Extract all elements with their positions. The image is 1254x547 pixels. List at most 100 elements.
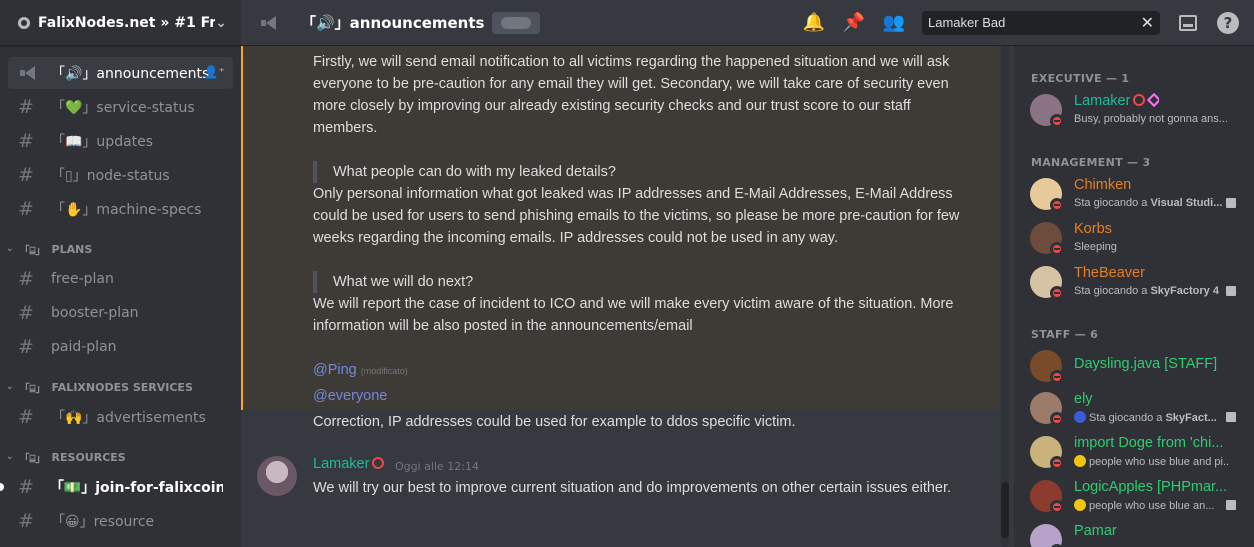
search-bar[interactable]: ✕ [922,10,1160,35]
channel-label: 「🔊」announcements [51,66,210,82]
member-logicapples[interactable]: LogicApples [PHPmar... people who use bl… [1030,476,1244,518]
member-name: ely [1074,391,1093,407]
channel-node-status[interactable]: # 「▯」node-status [8,159,233,191]
message-list: Firstly, we will send email notification… [241,46,1014,547]
member-lamaker[interactable]: Lamaker Busy, probably not gonna ans... [1030,90,1244,132]
member-name: Chimken [1074,177,1132,193]
members-icon[interactable]: 👥 [882,11,906,35]
bell-icon[interactable]: 🔔 [802,11,826,35]
category-icon: 「⌸」 [19,383,46,395]
member-activity: Sta giocando a SkyFactory 4 [1074,285,1219,297]
mention-everyone[interactable]: @everyone [313,385,387,407]
search-input[interactable] [928,15,1141,30]
channel-advertisements[interactable]: # 「🙌」advertisements [8,401,233,433]
scrollbar-track[interactable] [1001,46,1009,547]
rich-presence-icon [1226,198,1236,208]
member-chimken[interactable]: Chimken Sta giocando a Visual Studi... [1030,174,1244,216]
channel-announcements[interactable]: 「🔊」announcements 👤⁺ [8,57,233,89]
chevron-down-icon: ⌄ [6,452,14,462]
channel-service-status[interactable]: # 「💚」service-status [8,91,233,123]
channel-label: free-plan [51,271,114,287]
channel-label: 「💵」join-for-falixcoins [49,480,223,496]
message-paragraph: Only personal information what got leake… [313,186,960,246]
help-icon[interactable]: ? [1216,11,1240,35]
pin-icon[interactable]: 📌 [842,11,866,35]
member-pamar[interactable]: Pamar [1030,520,1244,547]
invite-icon[interactable]: 👤⁺ [204,65,225,79]
member-korbs[interactable]: Korbs Sleeping [1030,218,1244,260]
channel-free-plan[interactable]: # free-plan [8,263,233,295]
dnd-status-icon [1050,114,1064,128]
channel-updates[interactable]: # 「📖」updates [8,125,233,157]
role-badge-icon [1133,94,1146,106]
megaphone-icon [259,15,279,30]
category-icon: 「⌸」 [19,453,46,465]
category-label: PLANS [51,242,93,256]
dnd-status-icon [1050,370,1064,384]
channel-title: 「🔊」announcements [301,14,485,32]
chevron-down-icon: ⌄ [6,382,14,392]
megaphone-icon [18,66,38,80]
category-icon: 「⌸」 [19,245,46,257]
chevron-down-icon[interactable]: ⌄ [215,15,227,31]
member-daysling[interactable]: Daysling.java [STAFF] [1030,346,1244,388]
hash-icon: # [18,510,34,532]
scrollbar-thumb[interactable] [1001,482,1009,538]
inbox-icon[interactable] [1176,11,1200,35]
member-name: Pamar [1074,523,1117,539]
guild-header[interactable]: FalixNodes.net » #1 Fr... ⌄ [0,0,241,46]
message-paragraph: Correction, IP addresses could be used f… [313,414,796,430]
avatar[interactable] [257,456,297,496]
guild-icon [18,16,30,29]
channel-machine-specs[interactable]: # 「✋」machine-specs [8,193,233,225]
channel-list: 「🔊」announcements 👤⁺ # 「💚」service-status … [0,46,241,537]
category-resources[interactable]: ⌄ 「⌸」 RESOURCES [0,445,241,469]
hash-icon: # [18,268,34,290]
dnd-status-icon [1050,286,1064,300]
author-name[interactable]: Lamaker [313,456,369,472]
message-author[interactable]: Lamaker [313,456,385,472]
channel-resource[interactable]: # 「😀」resource [8,505,233,537]
member-group-title: STAFF — 6 [1031,328,1099,341]
hash-icon: # [18,198,34,220]
chevron-down-icon: ⌄ [6,244,14,254]
member-name: LogicApples [PHPmar... [1074,479,1228,495]
dnd-status-icon [1050,412,1064,426]
mention-ping[interactable]: @Ping (modificato) [313,359,408,382]
rich-presence-icon [1226,286,1236,296]
member-thebeaver[interactable]: TheBeaver Sta giocando a SkyFactory 4 [1030,262,1244,304]
channel-sidebar: FalixNodes.net » #1 Fr... ⌄ 「🔊」announcem… [0,0,241,547]
hash-icon: # [18,302,34,324]
message-timestamp: Oggi alle 12:14 [395,460,479,473]
channel-paid-plan[interactable]: # paid-plan [8,331,233,363]
hash-icon: # [18,164,34,186]
rich-presence-icon [1226,412,1236,422]
member-import-doge[interactable]: import Doge from 'chi... people who use … [1030,432,1244,474]
message-paragraph: Firstly, we will send email notification… [313,54,950,136]
member-name: Daysling.java [STAFF] [1074,356,1218,372]
message-quote: What people can do with my leaked detail… [313,161,616,183]
member-ely[interactable]: ely Sta giocando a SkyFact... [1030,388,1244,430]
channel-booster-plan[interactable]: # booster-plan [8,297,233,329]
mention-label[interactable]: @Ping [313,362,357,378]
dnd-status-icon [1050,242,1064,256]
channel-label: paid-plan [51,339,117,355]
channel-label: 「▯」node-status [51,168,170,184]
dnd-status-icon [1050,456,1064,470]
clear-search-icon[interactable]: ✕ [1141,13,1154,32]
member-activity: Sleeping [1074,241,1117,253]
message-paragraph: We will report the case of incident to I… [313,296,954,334]
member-name: import Doge from 'chi... [1074,435,1224,451]
channel-topic-chip[interactable] [492,11,541,34]
member-name: TheBeaver [1074,265,1145,281]
category-services[interactable]: ⌄ 「⌸」 FALIXNODES SERVICES [0,375,241,399]
nitro-boost-icon [1147,93,1160,108]
member-activity: Busy, probably not gonna ans... [1074,113,1228,125]
edited-label: (modificato) [360,366,408,376]
member-group-title: EXECUTIVE — 1 [1031,72,1130,85]
rich-presence-icon [1226,500,1236,510]
category-label: RESOURCES [51,450,126,464]
category-plans[interactable]: ⌄ 「⌸」 PLANS [0,237,241,261]
channel-label: 「🙌」advertisements [51,410,206,426]
channel-join-for-falixcoins[interactable]: # 「💵」join-for-falixcoins [0,471,233,503]
